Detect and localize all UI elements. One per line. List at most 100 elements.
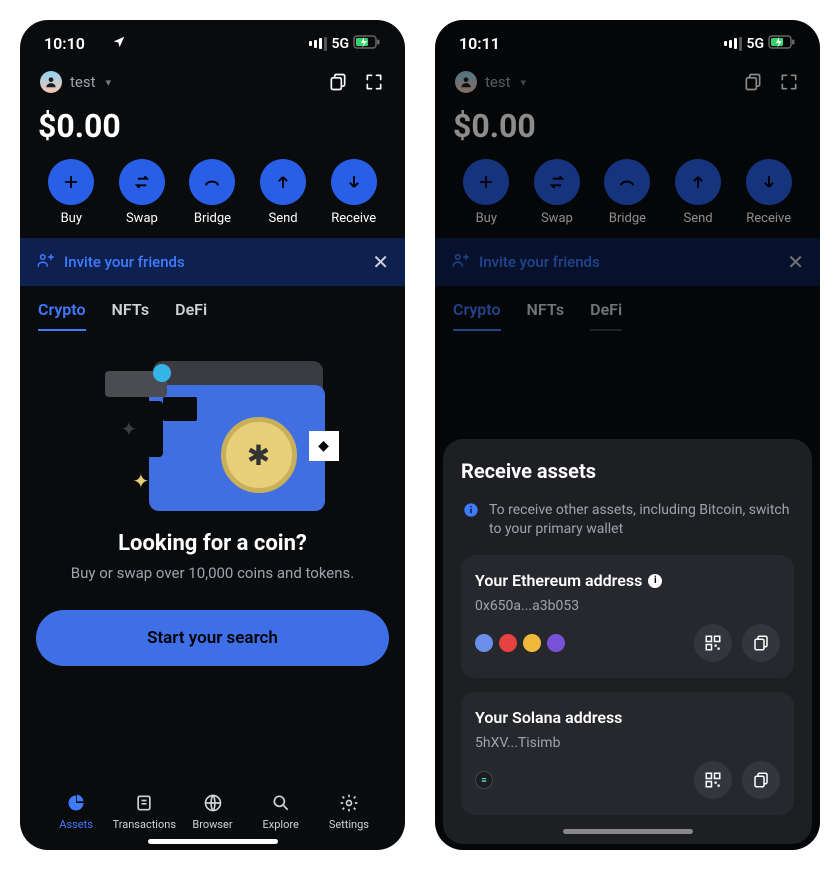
- tab-nfts[interactable]: NFTs: [527, 300, 565, 331]
- bridge-icon: [604, 159, 650, 205]
- gear-icon: [338, 792, 360, 814]
- avatar: [40, 71, 62, 93]
- avatar: [455, 71, 477, 93]
- chevron-down-icon: ▾: [521, 76, 527, 89]
- phone-right: 10:11 5G test ▾ $0.00 Buy Swap Bridge Se…: [435, 20, 820, 850]
- info-icon: [463, 502, 479, 539]
- balance: $0.00: [36, 103, 389, 159]
- status-right: 5G: [722, 34, 796, 53]
- empty-title: Looking for a coin?: [36, 531, 389, 556]
- tab-defi[interactable]: DeFi: [175, 300, 207, 331]
- status-bar: 10:11 5G: [451, 30, 804, 61]
- invite-label: Invite your friends: [64, 253, 185, 271]
- bottom-nav: Assets Transactions Browser Explore Sett…: [36, 782, 389, 831]
- network-label: 5G: [746, 36, 764, 52]
- chain-icons: [475, 634, 565, 652]
- swap-icon: [119, 159, 165, 205]
- status-bar: 10:10 5G: [36, 30, 389, 61]
- scan-icon[interactable]: [778, 71, 800, 93]
- phone-left: 10:10 5G test ▾ $0.00 Buy Swap Bridge Se…: [20, 20, 405, 850]
- action-row: Buy Swap Bridge Send Receive: [36, 159, 389, 238]
- home-indicator[interactable]: [563, 829, 693, 834]
- action-bridge[interactable]: Bridge: [177, 159, 248, 226]
- nav-browser[interactable]: Browser: [178, 792, 246, 831]
- action-swap[interactable]: Swap: [107, 159, 178, 226]
- action-send[interactable]: Send: [663, 159, 734, 226]
- tabs: Crypto NFTs DeFi: [451, 286, 804, 331]
- account-switcher[interactable]: test ▾: [40, 71, 111, 93]
- status-right: 5G: [307, 34, 381, 53]
- home-indicator[interactable]: [148, 839, 278, 844]
- action-buy[interactable]: Buy: [36, 159, 107, 226]
- action-receive[interactable]: Receive: [733, 159, 804, 226]
- nav-settings[interactable]: Settings: [315, 792, 383, 831]
- plus-icon: [463, 159, 509, 205]
- status-time: 10:11: [459, 34, 500, 53]
- info-icon[interactable]: i: [648, 574, 662, 588]
- balance: $0.00: [451, 103, 804, 159]
- address-value: 5hXV...Tisimb: [475, 735, 780, 751]
- tab-crypto[interactable]: Crypto: [38, 300, 86, 331]
- start-search-button[interactable]: Start your search: [36, 610, 389, 666]
- action-send[interactable]: Send: [248, 159, 319, 226]
- invite-banner[interactable]: Invite your friends ✕: [20, 238, 405, 286]
- invite-icon: [451, 251, 469, 273]
- account-switcher[interactable]: test ▾: [455, 71, 526, 93]
- arrow-down-icon: [331, 159, 377, 205]
- action-bridge[interactable]: Bridge: [592, 159, 663, 226]
- nav-transactions[interactable]: Transactions: [110, 792, 178, 831]
- receipt-icon: [133, 792, 155, 814]
- swap-icon: [534, 159, 580, 205]
- globe-icon: [202, 792, 224, 814]
- chain-avalanche-icon: [499, 634, 517, 652]
- arrow-up-icon: [675, 159, 721, 205]
- account-name: test: [485, 73, 511, 91]
- receive-sheet: Receive assets To receive other assets, …: [443, 439, 812, 844]
- qr-button[interactable]: [694, 624, 732, 662]
- search-icon: [270, 792, 292, 814]
- account-name: test: [70, 73, 96, 91]
- address-card-ethereum[interactable]: Your Ethereum address i 0x650a...a3b053: [461, 555, 794, 678]
- nav-assets[interactable]: Assets: [42, 792, 110, 831]
- network-label: 5G: [331, 36, 349, 52]
- address-label: Your Solana address: [475, 708, 622, 727]
- address-label: Your Ethereum address: [475, 571, 642, 590]
- invite-label: Invite your friends: [479, 253, 600, 271]
- battery-icon: [768, 34, 796, 53]
- qr-button[interactable]: [694, 761, 732, 799]
- tab-nfts[interactable]: NFTs: [112, 300, 150, 331]
- action-buy[interactable]: Buy: [451, 159, 522, 226]
- copy-icon[interactable]: [742, 71, 764, 93]
- close-icon[interactable]: ✕: [372, 250, 389, 274]
- battery-icon: [353, 34, 381, 53]
- address-card-solana[interactable]: Your Solana address 5hXV...Tisimb ≡: [461, 692, 794, 815]
- signal-icon: [722, 37, 742, 51]
- address-value: 0x650a...a3b053: [475, 598, 780, 614]
- tab-crypto[interactable]: Crypto: [453, 300, 501, 331]
- arrow-down-icon: [746, 159, 792, 205]
- tab-defi[interactable]: DeFi: [590, 300, 622, 331]
- nav-explore[interactable]: Explore: [247, 792, 315, 831]
- invite-banner[interactable]: Invite your friends ✕: [435, 238, 820, 286]
- action-receive[interactable]: Receive: [318, 159, 389, 226]
- chain-polygon-icon: [547, 634, 565, 652]
- copy-button[interactable]: [742, 624, 780, 662]
- invite-icon: [36, 251, 54, 273]
- tabs: Crypto NFTs DeFi: [36, 286, 389, 331]
- account-row: test ▾: [451, 61, 804, 103]
- account-row: test ▾: [36, 61, 389, 103]
- pie-icon: [65, 792, 87, 814]
- sheet-info: To receive other assets, including Bitco…: [461, 501, 794, 555]
- copy-button[interactable]: [742, 761, 780, 799]
- bridge-icon: [189, 159, 235, 205]
- chevron-down-icon: ▾: [106, 76, 112, 89]
- chain-icons: ≡: [475, 771, 493, 789]
- copy-icon[interactable]: [327, 71, 349, 93]
- plus-icon: [48, 159, 94, 205]
- action-swap[interactable]: Swap: [522, 159, 593, 226]
- chain-ethereum-icon: [475, 634, 493, 652]
- chain-bnb-icon: [523, 634, 541, 652]
- action-row: Buy Swap Bridge Send Receive: [451, 159, 804, 238]
- close-icon[interactable]: ✕: [787, 250, 804, 274]
- scan-icon[interactable]: [363, 71, 385, 93]
